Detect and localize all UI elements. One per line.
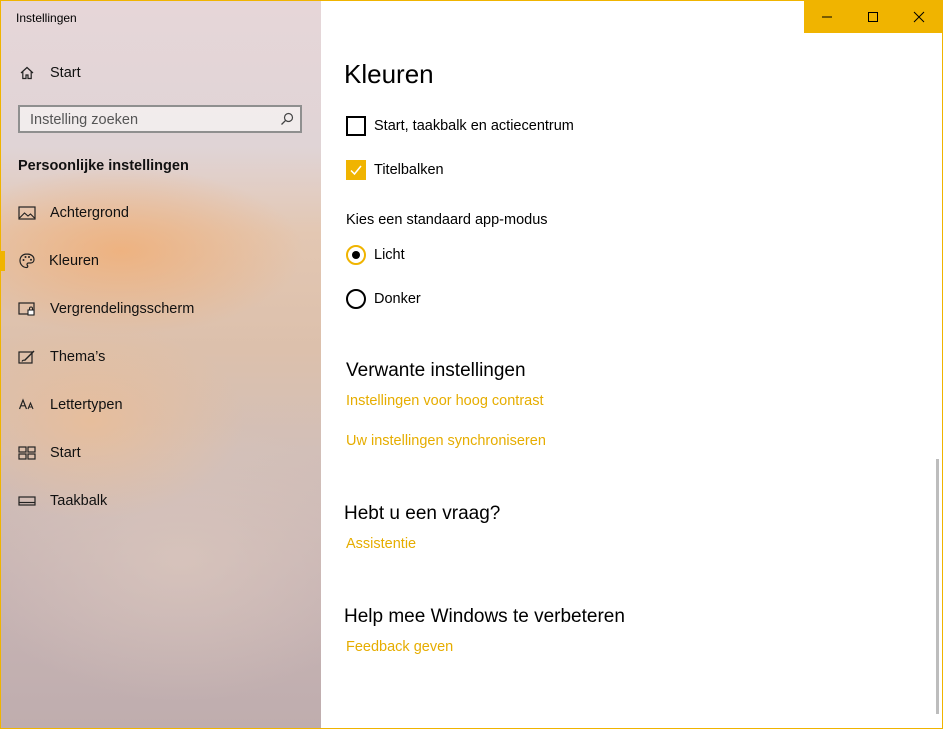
- sidebar-item-label: Achtergrond: [50, 205, 129, 221]
- sidebar-item-label: Taakbalk: [50, 493, 108, 509]
- start-tiles-icon: [18, 444, 36, 462]
- improve-windows-heading: Help mee Windows te verbeteren: [344, 606, 625, 627]
- sidebar-item-lettertypen[interactable]: Lettertypen: [1, 385, 321, 425]
- checkbox-checked[interactable]: [346, 160, 366, 180]
- maximize-icon: [868, 12, 878, 22]
- active-indicator: [1, 251, 5, 271]
- radio-dark-mode[interactable]: Donker: [346, 288, 421, 310]
- theme-brush-icon: [18, 348, 36, 366]
- sidebar: Instellingen Start Instelling zoeken Per…: [1, 1, 321, 728]
- question-heading: Hebt u een vraag?: [344, 503, 501, 524]
- sidebar-item-home[interactable]: Start: [1, 53, 321, 93]
- checkbox-unchecked[interactable]: [346, 116, 366, 136]
- radio-unselected[interactable]: [346, 289, 366, 309]
- sync-settings-link[interactable]: Uw instellingen synchroniseren: [346, 433, 546, 449]
- assistance-link[interactable]: Assistentie: [346, 536, 416, 552]
- close-icon: [913, 11, 925, 23]
- sidebar-item-label: Lettertypen: [50, 397, 123, 413]
- sidebar-item-label: Start: [50, 65, 81, 81]
- scrollbar-thumb[interactable]: [936, 459, 939, 714]
- minimize-button[interactable]: [804, 1, 850, 33]
- sidebar-item-themas[interactable]: Thema’s: [1, 337, 321, 377]
- taskbar-icon: [18, 492, 36, 510]
- related-settings-heading: Verwante instellingen: [346, 360, 526, 381]
- checkbox-label: Start, taakbalk en actiecentrum: [374, 118, 574, 134]
- radio-selected[interactable]: [346, 245, 366, 265]
- sidebar-section-heading: Persoonlijke instellingen: [18, 158, 189, 174]
- sidebar-item-vergrendelingsscherm[interactable]: Vergrendelingsscherm: [1, 289, 321, 329]
- search-input[interactable]: Instelling zoeken: [18, 105, 302, 133]
- high-contrast-link[interactable]: Instellingen voor hoog contrast: [346, 393, 544, 409]
- sidebar-item-taakbalk[interactable]: Taakbalk: [1, 481, 321, 521]
- sidebar-item-kleuren[interactable]: Kleuren: [1, 241, 321, 281]
- lock-screen-icon: [18, 300, 36, 318]
- feedback-link[interactable]: Feedback geven: [346, 639, 453, 655]
- settings-window: Instellingen Start Instelling zoeken Per…: [0, 0, 943, 729]
- sidebar-item-achtergrond[interactable]: Achtergrond: [1, 193, 321, 233]
- font-icon: [18, 396, 36, 414]
- checkmark-icon: [350, 165, 362, 176]
- app-mode-heading: Kies een standaard app-modus: [346, 212, 548, 228]
- radio-label: Licht: [374, 247, 405, 263]
- sidebar-item-label: Thema’s: [50, 349, 106, 365]
- sidebar-item-label: Start: [50, 445, 81, 461]
- checkbox-label: Titelbalken: [374, 162, 444, 178]
- checkbox-start-taskbar-actioncenter[interactable]: Start, taakbalk en actiecentrum: [346, 115, 574, 137]
- window-title: Instellingen: [16, 11, 77, 25]
- search-placeholder: Instelling zoeken: [30, 112, 139, 128]
- close-button[interactable]: [896, 1, 942, 33]
- sidebar-item-label: Vergrendelingsscherm: [50, 301, 195, 317]
- page-title: Kleuren: [344, 59, 434, 89]
- radio-light-mode[interactable]: Licht: [346, 244, 405, 266]
- maximize-button[interactable]: [850, 1, 896, 33]
- radio-label: Donker: [374, 291, 421, 307]
- palette-icon: [18, 252, 36, 270]
- search-icon[interactable]: [279, 111, 295, 127]
- picture-icon: [18, 204, 36, 222]
- sidebar-item-label: Kleuren: [49, 253, 99, 269]
- minimize-icon: [822, 16, 832, 18]
- home-icon: [18, 64, 36, 82]
- checkbox-title-bars[interactable]: Titelbalken: [346, 159, 444, 181]
- sidebar-item-start[interactable]: Start: [1, 433, 321, 473]
